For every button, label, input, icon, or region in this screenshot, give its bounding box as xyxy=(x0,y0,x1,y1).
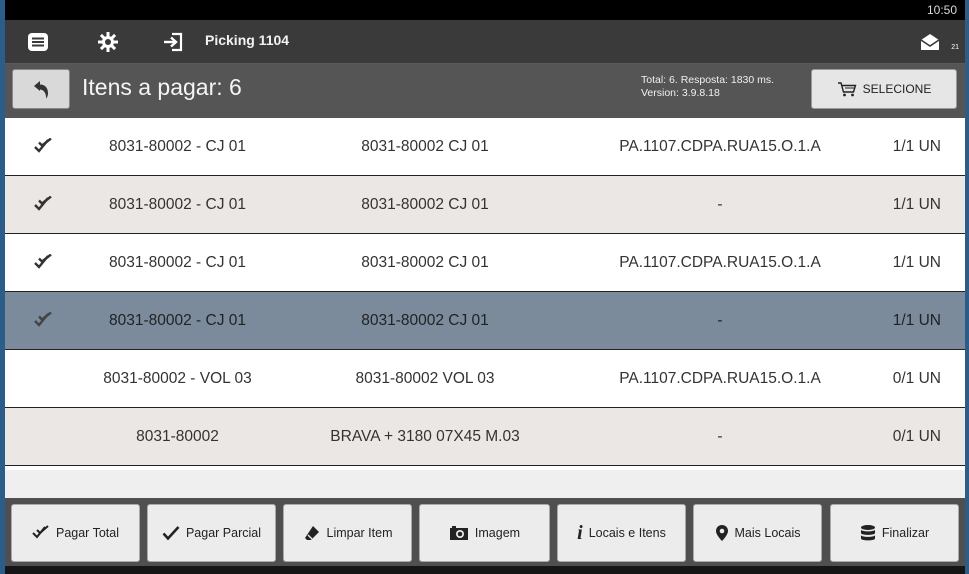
info-icon: i xyxy=(577,521,583,544)
item-description: 8031-80002 CJ 01 xyxy=(361,195,489,213)
response-info: Total: 6. Resposta: 1830 ms. Version: 3.… xyxy=(641,74,774,100)
double-check-icon xyxy=(33,311,53,330)
locais-itens-button[interactable]: i Locais e Itens xyxy=(557,504,686,562)
info-total: Total: 6. Resposta: 1830 ms. xyxy=(641,74,775,86)
double-check-icon xyxy=(33,195,53,214)
list-empty-area xyxy=(5,470,965,498)
pagar-total-button[interactable]: Pagar Total xyxy=(11,504,140,562)
finalizar-button[interactable]: Finalizar xyxy=(830,504,959,562)
item-location: PA.1107.CDPA.RUA15.O.1.A xyxy=(619,253,821,271)
list-header: Itens a pagar: 6 Total: 6. Resposta: 183… xyxy=(5,64,965,118)
menu-icon[interactable] xyxy=(23,28,53,56)
double-check-icon xyxy=(33,253,53,272)
double-check-icon xyxy=(33,137,53,156)
status-bar: 10:50 xyxy=(5,0,965,20)
table-row[interactable]: 8031-80002 - CJ 01 8031-80002 CJ 01 - 1/1 U… xyxy=(5,292,965,350)
back-button[interactable] xyxy=(12,69,70,109)
pagar-parcial-button[interactable]: Pagar Parcial xyxy=(147,504,276,562)
item-code: 8031-80002 - VOL 03 xyxy=(103,369,252,387)
table-row[interactable]: 8031-80002 - VOL 03 8031-80002 VOL 03 PA.1… xyxy=(5,350,965,408)
back-arrow-icon xyxy=(34,81,48,99)
table-row[interactable]: 8031-80002 - CJ 01 8031-80002 CJ 01 PA.110… xyxy=(5,234,965,292)
item-location: PA.1107.CDPA.RUA15.O.1.A xyxy=(619,137,821,155)
item-code: 8031-80002 - CJ 01 xyxy=(108,195,246,213)
item-location: PA.1107.CDPA.RUA15.O.1.A xyxy=(619,369,821,387)
item-description: 8031-80002 CJ 01 xyxy=(361,137,489,155)
select-button-label: SELECIONE xyxy=(862,82,932,96)
item-description: 8031-80002 CJ 01 xyxy=(361,311,489,329)
top-bar: Picking 1104 21 xyxy=(5,20,965,64)
item-quantity: 1/1 UN xyxy=(892,253,941,271)
row-status-cell xyxy=(5,234,80,291)
item-quantity: 1/1 UN xyxy=(892,195,941,213)
app-screen: 10:50 Picking 1104 21 Itens a pagar: 6 T… xyxy=(5,0,965,574)
eraser-icon xyxy=(304,526,319,540)
page-context-title: Picking 1104 xyxy=(205,32,290,48)
item-code: 8031-80002 - CJ 01 xyxy=(108,311,246,329)
action-bar: Pagar Total Pagar Parcial Limpar Item Im… xyxy=(5,498,965,574)
check-icon xyxy=(162,526,180,541)
row-status-cell xyxy=(5,408,80,465)
item-location: - xyxy=(717,427,723,445)
database-icon xyxy=(860,525,875,541)
imagem-button[interactable]: Imagem xyxy=(419,504,550,562)
limpar-item-button[interactable]: Limpar Item xyxy=(283,504,412,562)
map-marker-icon xyxy=(715,525,728,541)
login-icon[interactable] xyxy=(158,28,188,56)
item-quantity: 0/1 UN xyxy=(892,427,941,445)
page-title: Itens a pagar: 6 xyxy=(82,74,242,100)
mais-locais-button[interactable]: Mais Locais xyxy=(693,504,822,562)
double-check-icon xyxy=(32,525,49,541)
item-code: 8031-80002 xyxy=(136,427,219,445)
item-quantity: 1/1 UN xyxy=(892,311,941,329)
items-list: 8031-80002 - CJ 01 8031-80002 CJ 01 PA.110… xyxy=(5,118,965,470)
item-quantity: 1/1 UN xyxy=(892,137,941,155)
camera-icon xyxy=(449,526,468,540)
row-status-cell xyxy=(5,350,80,407)
item-description: BRAVA + 3180 07X45 M.03 xyxy=(330,427,520,445)
cart-icon xyxy=(837,82,857,97)
item-description: 8031-80002 VOL 03 xyxy=(355,369,495,387)
table-row[interactable]: 8031-80002 - CJ 01 8031-80002 CJ 01 - 1/1 U… xyxy=(5,176,965,234)
item-description: 8031-80002 CJ 01 xyxy=(361,253,489,271)
select-button[interactable]: SELECIONE xyxy=(811,69,957,109)
item-location: - xyxy=(717,195,723,213)
row-status-cell xyxy=(5,292,80,349)
item-code: 8031-80002 - CJ 01 xyxy=(108,253,246,271)
item-quantity: 0/1 UN xyxy=(892,369,941,387)
nav-strip xyxy=(5,566,965,574)
row-status-cell xyxy=(5,176,80,233)
row-status-cell xyxy=(5,118,80,175)
clock: 10:50 xyxy=(926,3,957,17)
info-version: Version: 3.9.8.18 xyxy=(641,87,720,99)
gear-icon[interactable] xyxy=(93,28,123,56)
mail-count-badge: 21 xyxy=(951,44,959,51)
table-row[interactable]: 8031-80002 BRAVA + 3180 07X45 M.03 - 0/1 UN xyxy=(5,408,965,466)
item-location: - xyxy=(717,311,723,329)
item-code: 8031-80002 - CJ 01 xyxy=(108,137,246,155)
table-row[interactable]: 8031-80002 - CJ 01 8031-80002 CJ 01 PA.110… xyxy=(5,118,965,176)
mail-icon[interactable] xyxy=(915,28,945,56)
